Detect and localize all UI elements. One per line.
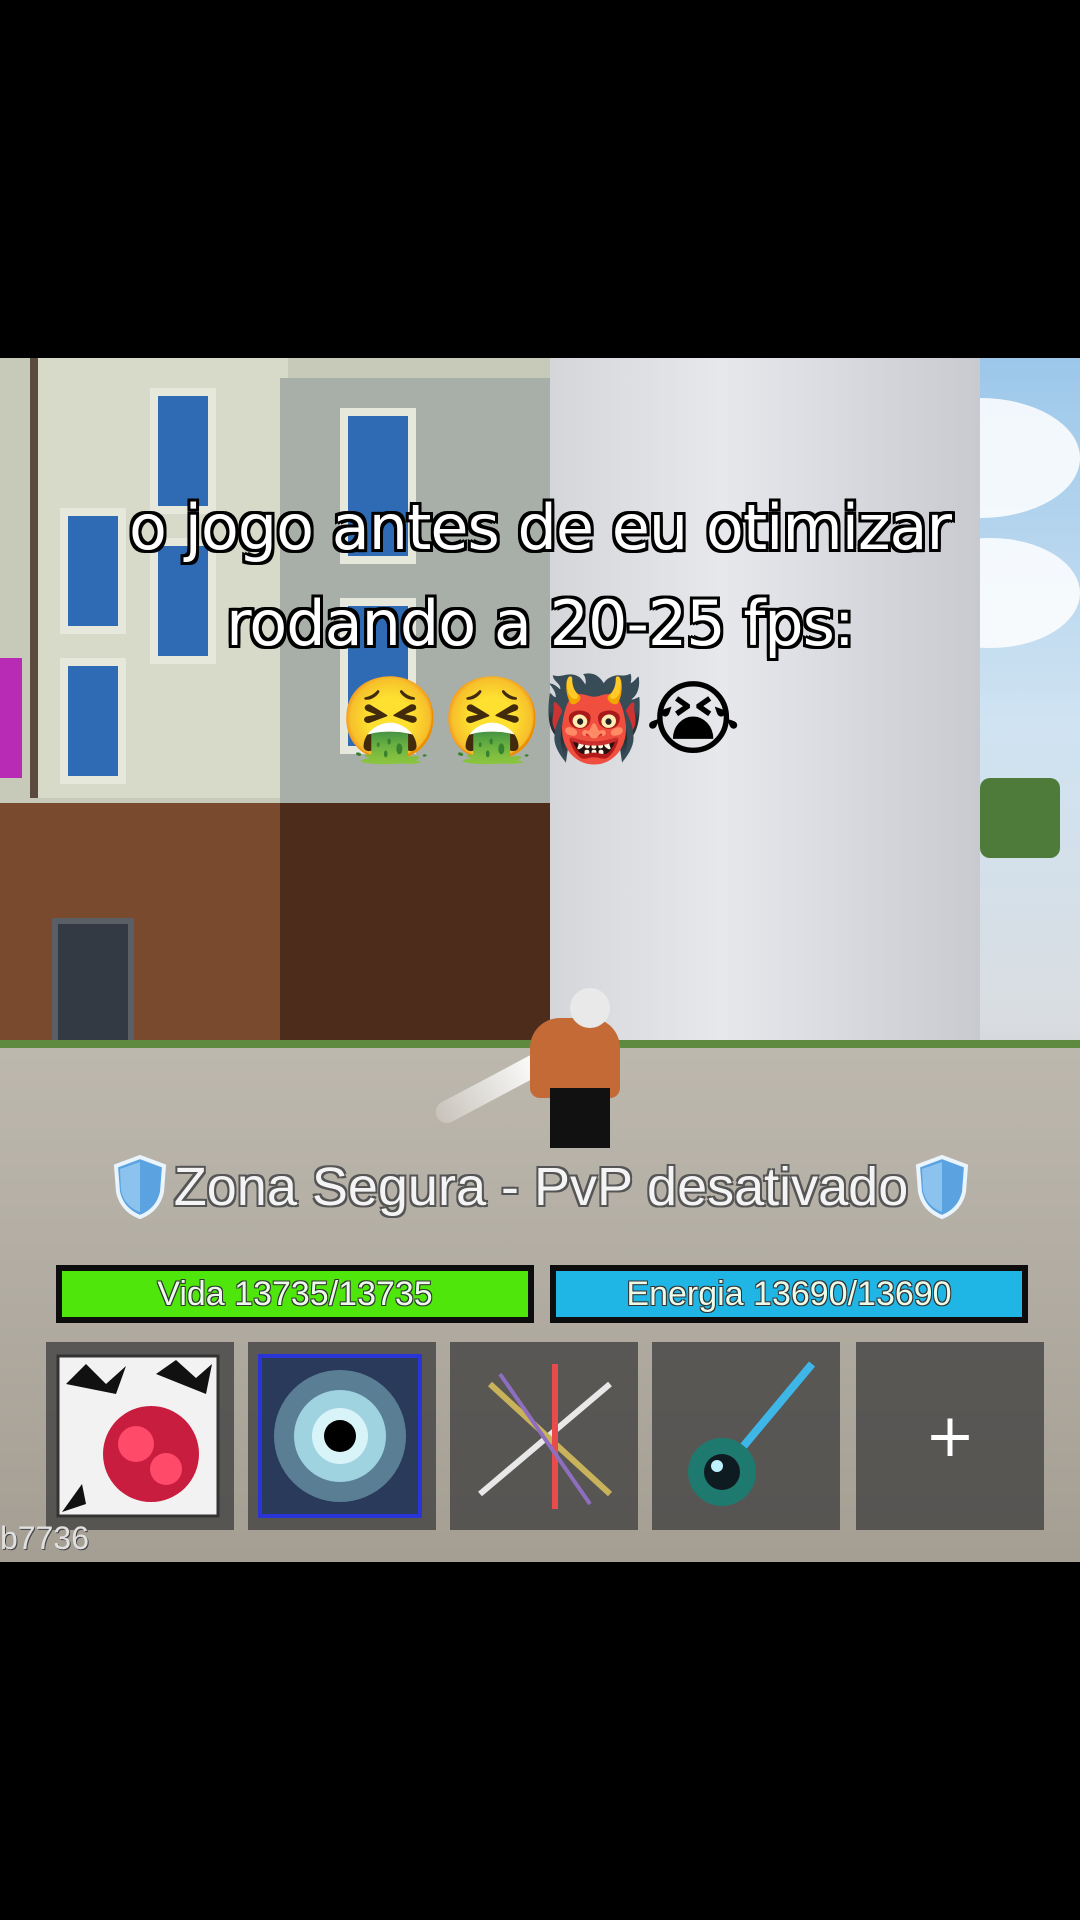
caption-line-1: o jogo antes de eu otimizar — [128, 491, 952, 564]
hotbar-slot-add[interactable]: + — [856, 1342, 1044, 1530]
caption-emojis: 🤮🤮👹😭 — [338, 672, 742, 767]
health-label: Vida 13735/13735 — [157, 1274, 433, 1313]
user-tag: b7736 — [0, 1520, 89, 1556]
shield-icon — [916, 1154, 969, 1220]
character-legs — [550, 1088, 610, 1148]
hotbar-slot-4[interactable] — [652, 1342, 840, 1530]
safe-zone-text: Zona Segura - PvP desativado — [173, 1157, 909, 1217]
tree — [980, 778, 1060, 858]
hotbar-slot-2[interactable] — [248, 1342, 436, 1530]
black-hole-icon — [258, 1354, 422, 1518]
hotbar-slot-1[interactable] — [46, 1342, 234, 1530]
shield-icon — [113, 1154, 166, 1220]
hotbar-slot-3[interactable] — [450, 1342, 638, 1530]
video-caption: o jogo antes de eu otimizar rodando a 20… — [0, 480, 1080, 672]
caption-line-2: rodando a 20-25 fps: — [226, 587, 855, 660]
crossed-swords-icon — [478, 1364, 613, 1509]
energy-bar: Energia 13690/13690 — [550, 1265, 1028, 1323]
player-character — [431, 978, 640, 1148]
brick-wall-shadow — [280, 803, 560, 1053]
health-bar: Vida 13735/13735 — [56, 1265, 534, 1323]
character-body — [530, 1018, 620, 1098]
character-head — [570, 988, 610, 1028]
energy-label: Energia 13690/13690 — [626, 1274, 952, 1313]
trident-icon — [688, 1361, 816, 1506]
fruit-icon — [56, 1354, 220, 1518]
add-item-icon: + — [924, 1401, 976, 1471]
safe-zone-banner: Zona Segura - PvP desativado — [86, 1152, 996, 1222]
